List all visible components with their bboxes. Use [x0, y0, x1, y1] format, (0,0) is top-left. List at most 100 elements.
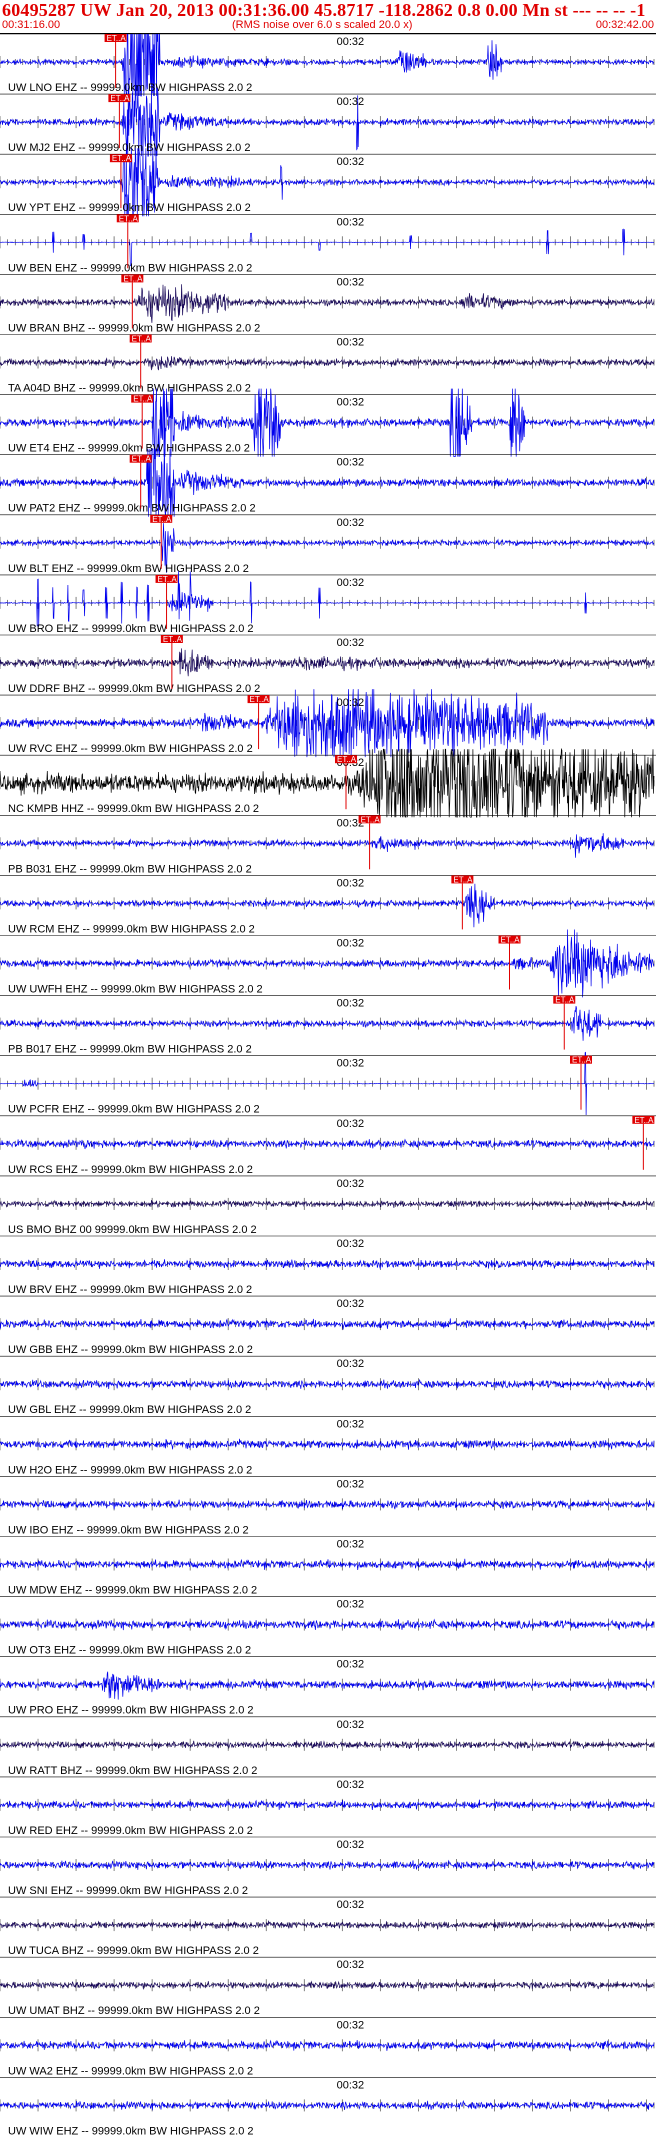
station-label: UW BRO EHZ -- 99999.0km BW HIGHPASS 2.0 …	[8, 623, 254, 635]
station-label: US BMO BHZ 00 99999.0km BW HIGHPASS 2.0 …	[8, 1224, 257, 1236]
time-label: 00:32	[337, 1118, 365, 1130]
end-time: 00:32:42.00	[595, 19, 654, 31]
waveform-trace	[0, 1499, 655, 1510]
pick-marker-label: ET..A	[361, 815, 381, 824]
time-label: 00:32	[337, 938, 365, 950]
waveform-trace	[0, 648, 655, 677]
station-label: UW ET4 EHZ -- 99999.0km BW HIGHPASS 2.0 …	[8, 443, 250, 455]
pick-marker-label: ET..A	[501, 936, 521, 945]
time-label: 00:32	[337, 36, 365, 48]
station-label: UW GBB EHZ -- 99999.0km BW HIGHPASS 2.0 …	[8, 1344, 253, 1356]
waveform-trace	[0, 1558, 655, 1571]
waveform-trace	[0, 571, 655, 627]
time-label: 00:32	[337, 96, 365, 108]
waveform-trace	[0, 356, 655, 371]
time-label: 00:32	[337, 1839, 365, 1851]
seismogram-plot: UW LNO EHZ -- 99999.0km BW HIGHPASS 2.0 …	[0, 34, 656, 2137]
waveform-trace	[0, 228, 655, 267]
station-label: UW UWFH EHZ -- 99999.0km BW HIGHPASS 2.0…	[8, 984, 263, 996]
station-label: UW RED EHZ -- 99999.0km BW HIGHPASS 2.0 …	[8, 1825, 253, 1837]
station-label: UW BEN EHZ -- 99999.0km BW HIGHPASS 2.0 …	[8, 262, 252, 274]
station-label: UW RATT BHZ -- 99999.0km BW HIGHPASS 2.0…	[8, 1765, 257, 1777]
time-label: 00:32	[337, 1659, 365, 1671]
station-label: UW DDRF BHZ -- 99999.0km BW HIGHPASS 2.0…	[8, 683, 260, 695]
waveform-trace	[0, 1618, 655, 1631]
station-label: UW MJ2 EHZ -- 99999.0km BW HIGHPASS 2.0 …	[8, 142, 250, 154]
station-label: UW PRO EHZ -- 99999.0km BW HIGHPASS 2.0 …	[8, 1705, 254, 1717]
event-title: 60495287 UW Jan 20, 2013 00:31:36.00 45.…	[2, 0, 646, 20]
station-label: UW RCS EHZ -- 99999.0km BW HIGHPASS 2.0 …	[8, 1164, 253, 1176]
time-label: 00:32	[337, 1539, 365, 1551]
pick-marker-label: ET..A	[112, 154, 132, 163]
station-label: UW RVC EHZ -- 99999.0km BW HIGHPASS 2.0 …	[8, 743, 253, 755]
start-time: 00:31:16.00	[2, 19, 61, 31]
pick-marker-label: ET..A	[634, 1116, 654, 1125]
waveform-trace	[0, 2039, 655, 2051]
station-label: UW GBL EHZ -- 99999.0km BW HIGHPASS 2.0 …	[8, 1404, 251, 1416]
station-label: TA A04D BHZ -- 99999.0km BW HIGHPASS 2.0…	[8, 383, 251, 395]
time-label: 00:32	[337, 1779, 365, 1791]
pick-marker-label: ET..A	[119, 214, 139, 223]
station-label: UW IBO EHZ -- 99999.0km BW HIGHPASS 2.0 …	[8, 1524, 249, 1536]
pick-marker-label: ET..A	[250, 695, 270, 704]
time-label: 00:32	[337, 1058, 365, 1070]
station-label: NC KMPB HHZ -- 99999.0km BW HIGHPASS 2.0…	[8, 803, 259, 815]
time-label: 00:32	[337, 1178, 365, 1190]
station-label: UW MDW EHZ -- 99999.0km BW HIGHPASS 2.0 …	[8, 1585, 257, 1597]
time-label: 00:32	[337, 1418, 365, 1430]
time-label: 00:32	[337, 397, 365, 409]
time-label: 00:32	[337, 2079, 365, 2091]
time-label: 00:32	[337, 517, 365, 529]
pick-marker-label: ET..A	[132, 455, 152, 464]
station-label: UW BLT EHZ -- 99999.0km BW HIGHPASS 2.0 …	[8, 563, 249, 575]
time-label: 00:32	[337, 337, 365, 349]
pick-marker-label: ET..A	[555, 996, 575, 1005]
pick-marker-label: ET..A	[133, 395, 153, 404]
pick-marker-label: ET..A	[123, 274, 143, 283]
station-label: UW SNI EHZ -- 99999.0km BW HIGHPASS 2.0 …	[8, 1885, 248, 1897]
time-label: 00:32	[337, 577, 365, 589]
time-label: 00:32	[337, 1298, 365, 1310]
scaling-note: (RMS noise over 6.0 s scaled 20.0 x)	[232, 19, 413, 31]
station-label: UW BRV EHZ -- 99999.0km BW HIGHPASS 2.0 …	[8, 1284, 252, 1296]
pick-marker-label: ET..A	[110, 94, 130, 103]
waveform-trace	[0, 1799, 655, 1811]
time-label: 00:32	[337, 1959, 365, 1971]
pick-marker-label: ET..A	[158, 575, 178, 584]
time-label: 00:32	[337, 697, 365, 709]
pick-marker-label: ET..A	[152, 515, 172, 524]
time-label: 00:32	[337, 216, 365, 228]
station-label: UW UMAT BHZ -- 99999.0km BW HIGHPASS 2.0…	[8, 2005, 260, 2017]
station-label: UW YPT EHZ -- 99999.0km BW HIGHPASS 2.0 …	[8, 202, 251, 214]
station-label: PB B017 EHZ -- 99999.0km BW HIGHPASS 2.0…	[8, 1044, 252, 1056]
station-label: UW WIW EHZ -- 99999.0km BW HIGHPASS 2.0 …	[8, 2125, 254, 2137]
waveform-trace	[0, 1318, 655, 1330]
time-label: 00:32	[337, 1478, 365, 1490]
station-label: UW BRAN BHZ -- 99999.0km BW HIGHPASS 2.0…	[8, 322, 260, 334]
station-label: PB B031 EHZ -- 99999.0km BW HIGHPASS 2.0…	[8, 863, 252, 875]
waveform-trace	[0, 1859, 655, 1870]
pick-marker-label: ET..A	[163, 635, 183, 644]
time-label: 00:32	[337, 1238, 365, 1250]
time-label: 00:32	[337, 457, 365, 469]
pick-marker-label: ET..A	[453, 875, 473, 884]
station-label: UW OT3 EHZ -- 99999.0km BW HIGHPASS 2.0 …	[8, 1645, 251, 1657]
station-label: UW WA2 EHZ -- 99999.0km BW HIGHPASS 2.0 …	[8, 2065, 253, 2077]
time-label: 00:32	[337, 1899, 365, 1911]
time-label: 00:32	[337, 1358, 365, 1370]
waveform-trace	[0, 1378, 655, 1390]
time-label: 00:32	[337, 1719, 365, 1731]
station-label: UW PCFR EHZ -- 99999.0km BW HIGHPASS 2.0…	[8, 1104, 260, 1116]
time-label: 00:32	[337, 877, 365, 889]
waveform-trace	[0, 284, 655, 323]
station-label: UW H2O EHZ -- 99999.0km BW HIGHPASS 2.0 …	[8, 1464, 252, 1476]
time-label: 00:32	[337, 1599, 365, 1611]
waveform-trace	[0, 1259, 655, 1269]
time-label: 00:32	[337, 156, 365, 168]
time-label: 00:32	[337, 2019, 365, 2031]
waveform-trace	[0, 1006, 655, 1041]
station-label: UW PAT2 EHZ -- 99999.0km BW HIGHPASS 2.0…	[8, 503, 256, 515]
time-label: 00:32	[337, 276, 365, 288]
pick-marker-label: ET..A	[572, 1056, 592, 1065]
pick-marker-label: ET..A	[132, 335, 152, 344]
